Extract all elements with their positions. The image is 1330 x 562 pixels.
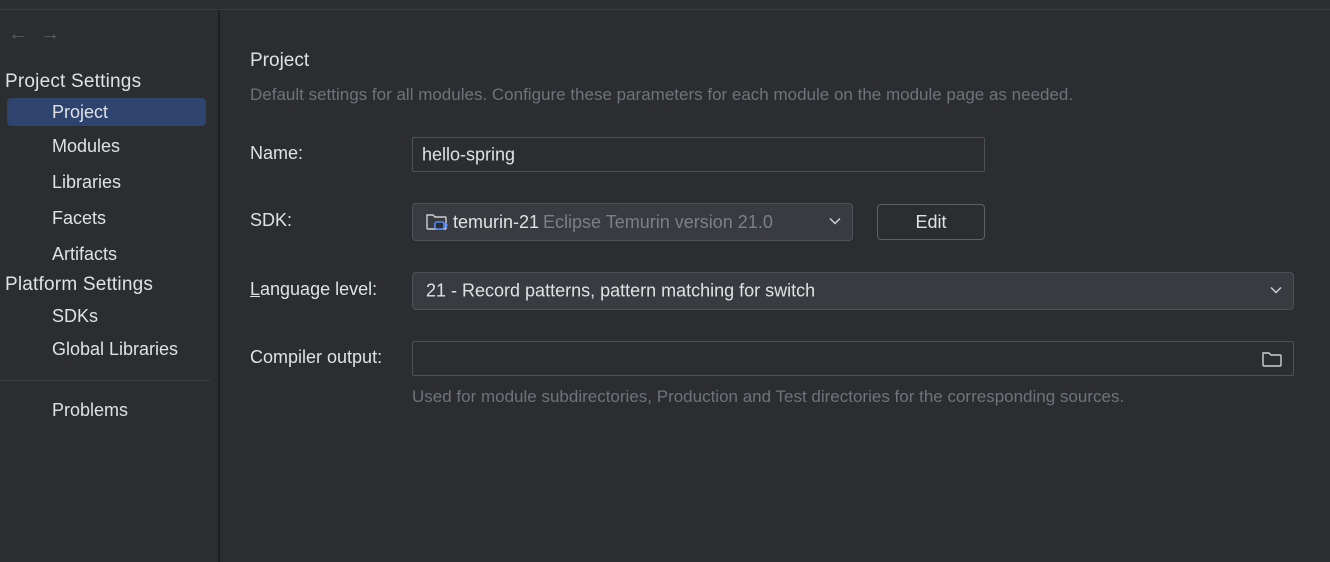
window-top-border	[0, 0, 1330, 10]
group-title-project-settings: Project Settings	[5, 71, 142, 92]
sdk-label: SDK:	[250, 210, 293, 230]
project-settings-panel: Project Default settings for all modules…	[220, 10, 1330, 562]
sidebar-item-label: Project	[52, 102, 109, 122]
arrow-right-icon[interactable]: →	[40, 24, 60, 44]
name-input[interactable]: hello-spring	[412, 137, 985, 172]
edit-sdk-button[interactable]: Edit	[877, 204, 985, 240]
compiler-output-input[interactable]	[412, 341, 1294, 376]
chevron-down-icon	[829, 217, 841, 225]
language-level-label: Language level:	[250, 279, 377, 300]
name-input-value: hello-spring	[422, 144, 516, 164]
sidebar-item-project[interactable]: Project	[7, 98, 206, 126]
sidebar-item-libraries[interactable]: Libraries	[7, 168, 206, 196]
sidebar-item-label: Global Libraries	[52, 339, 179, 359]
page-title: Project	[250, 50, 310, 71]
page-description: Default settings for all modules. Config…	[250, 85, 1074, 104]
chevron-down-icon	[1270, 286, 1282, 294]
nav-arrows: ← →	[8, 24, 60, 44]
mnemonic: L	[250, 279, 261, 299]
language-level-dropdown[interactable]: 21 - Record patterns, pattern matching f…	[412, 272, 1294, 310]
sidebar-item-label: Modules	[52, 136, 121, 156]
sidebar-item-sdks[interactable]: SDKs	[7, 302, 206, 330]
group-title-platform-settings: Platform Settings	[5, 274, 154, 295]
sidebar-item-label: Artifacts	[52, 244, 118, 264]
jdk-folder-icon	[426, 214, 448, 230]
sidebar-item-label: Problems	[52, 400, 129, 420]
sidebar-item-modules[interactable]: Modules	[7, 132, 206, 160]
sidebar: ← → Project Settings Project Modules Lib…	[0, 10, 220, 562]
sdk-detail: Eclipse Temurin version 21.0	[543, 211, 773, 232]
sidebar-item-artifacts[interactable]: Artifacts	[7, 240, 206, 268]
compiler-output-label: Compiler output:	[250, 347, 383, 367]
sidebar-item-facets[interactable]: Facets	[7, 204, 206, 232]
sidebar-item-label: Libraries	[52, 172, 122, 192]
compiler-output-hint: Used for module subdirectories, Producti…	[412, 387, 1125, 406]
name-label: Name:	[250, 143, 304, 163]
sidebar-item-global-libraries[interactable]: Global Libraries	[7, 335, 206, 363]
folder-icon[interactable]	[1261, 350, 1283, 368]
sidebar-item-problems[interactable]: Problems	[7, 396, 206, 424]
sidebar-separator	[0, 380, 210, 381]
arrow-left-icon[interactable]: ←	[8, 24, 28, 44]
sidebar-item-label: SDKs	[52, 306, 99, 326]
language-level-value: 21 - Record patterns, pattern matching f…	[426, 280, 816, 301]
label-rest: anguage level:	[260, 279, 378, 299]
sdk-dropdown[interactable]: temurin-21 Eclipse Temurin version 21.0	[412, 203, 853, 241]
sidebar-item-label: Facets	[52, 208, 107, 228]
sdk-name: temurin-21	[453, 211, 540, 232]
